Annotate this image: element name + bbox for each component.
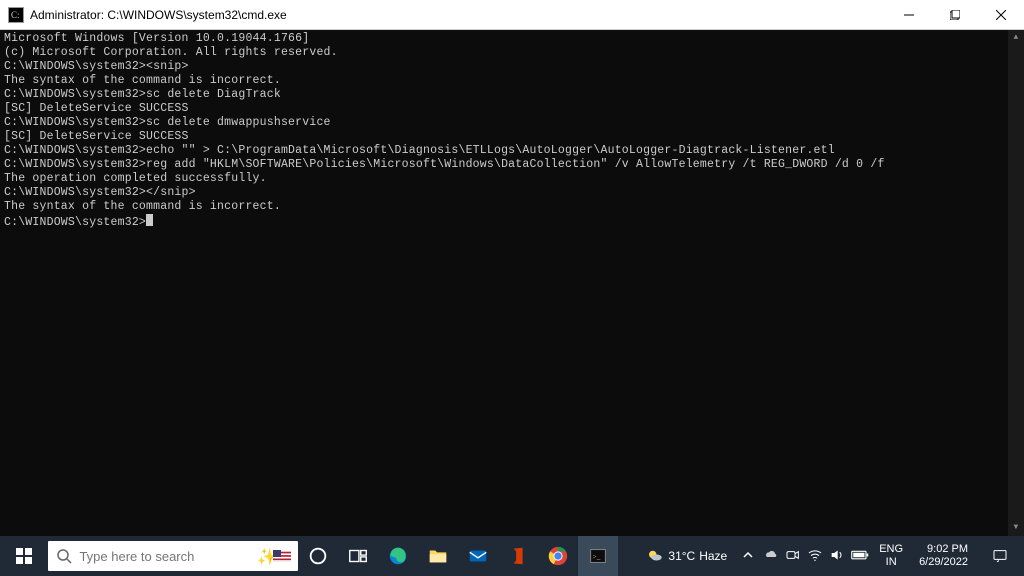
minimize-button[interactable] xyxy=(886,0,932,30)
search-icon xyxy=(48,548,79,564)
terminal-line: The syntax of the command is incorrect. xyxy=(4,74,1020,88)
window-title: Administrator: C:\WINDOWS\system32\cmd.e… xyxy=(30,8,287,22)
time-text: 9:02 PM xyxy=(919,543,968,556)
lang-bot: IN xyxy=(879,556,903,569)
weather-cond: Haze xyxy=(699,549,727,563)
meet-now-icon[interactable] xyxy=(785,547,801,566)
terminal-area[interactable]: Microsoft Windows [Version 10.0.19044.17… xyxy=(0,30,1024,536)
cursor xyxy=(146,214,153,226)
scroll-up-arrow[interactable]: ▲ xyxy=(1008,30,1024,46)
terminal-line: C:\WINDOWS\system32><snip> xyxy=(4,60,1020,74)
taskbar: ✨ xyxy=(0,536,1024,576)
svg-text:>_: >_ xyxy=(593,552,601,561)
file-explorer-icon[interactable] xyxy=(418,536,458,576)
terminal-line: [SC] DeleteService SUCCESS xyxy=(4,102,1020,116)
cmd-icon: C: xyxy=(8,7,24,23)
system-tray: 31°C Haze ENG IN xyxy=(646,536,1024,576)
volume-icon[interactable] xyxy=(829,547,845,566)
scroll-down-arrow[interactable]: ▼ xyxy=(1008,520,1024,536)
action-center-icon[interactable] xyxy=(980,536,1020,576)
terminal-line: C:\WINDOWS\system32>sc delete dmwappushs… xyxy=(4,116,1020,130)
cmd-taskbar-icon[interactable]: >_ xyxy=(578,536,618,576)
wifi-icon[interactable] xyxy=(807,547,823,566)
clock[interactable]: 9:02 PM 6/29/2022 xyxy=(913,543,974,569)
terminal-line: C:\WINDOWS\system32>sc delete DiagTrack xyxy=(4,88,1020,102)
task-view-icon[interactable] xyxy=(338,536,378,576)
terminal-line: C:\WINDOWS\system32></snip> xyxy=(4,186,1020,200)
mail-icon[interactable] xyxy=(458,536,498,576)
cmd-window: C: Administrator: C:\WINDOWS\system32\cm… xyxy=(0,0,1024,576)
terminal-line: C:\WINDOWS\system32>reg add "HKLM\SOFTWA… xyxy=(4,158,1020,172)
battery-icon[interactable] xyxy=(851,549,869,564)
weather-icon xyxy=(646,547,664,565)
title-bar[interactable]: C: Administrator: C:\WINDOWS\system32\cm… xyxy=(0,0,1024,30)
tray-chevron-up-icon[interactable] xyxy=(739,549,757,563)
terminal-line: The syntax of the command is incorrect. xyxy=(4,200,1020,214)
close-button[interactable] xyxy=(978,0,1024,30)
terminal-line: C:\WINDOWS\system32> xyxy=(4,214,1020,230)
start-button[interactable] xyxy=(0,536,48,576)
terminal-line: Microsoft Windows [Version 10.0.19044.17… xyxy=(4,32,1020,46)
edge-icon[interactable] xyxy=(378,536,418,576)
date-text: 6/29/2022 xyxy=(919,556,968,569)
terminal-line: C:\WINDOWS\system32>echo "" > C:\Program… xyxy=(4,144,1020,158)
vertical-scrollbar[interactable]: ▲ ▼ xyxy=(1008,30,1024,536)
terminal-line: [SC] DeleteService SUCCESS xyxy=(4,130,1020,144)
scrollbar-track[interactable] xyxy=(1008,46,1024,520)
office-icon[interactable] xyxy=(498,536,538,576)
taskbar-search[interactable]: ✨ xyxy=(48,541,298,571)
svg-text:C:: C: xyxy=(11,10,20,20)
weather-widget[interactable]: 31°C Haze xyxy=(646,547,733,565)
weather-temp: 31°C xyxy=(668,549,695,563)
onedrive-icon[interactable] xyxy=(763,547,779,566)
terminal-line: The operation completed successfully. xyxy=(4,172,1020,186)
language-indicator[interactable]: ENG IN xyxy=(875,543,907,569)
chrome-icon[interactable] xyxy=(538,536,578,576)
search-input[interactable] xyxy=(79,549,255,564)
cortana-icon[interactable] xyxy=(298,536,338,576)
terminal-line: (c) Microsoft Corporation. All rights re… xyxy=(4,46,1020,60)
search-highlight-icon: ✨ xyxy=(255,544,298,568)
maximize-button[interactable] xyxy=(932,0,978,30)
lang-top: ENG xyxy=(879,543,903,556)
